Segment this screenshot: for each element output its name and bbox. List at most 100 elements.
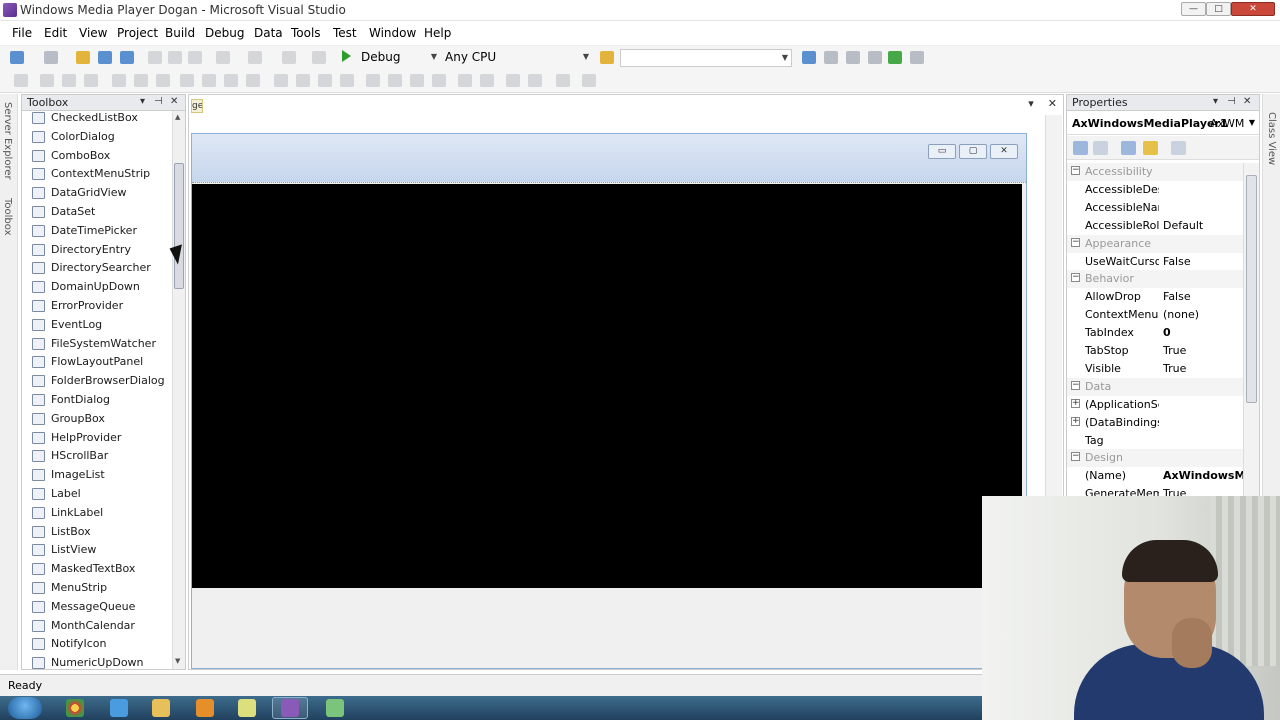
make-same-height-icon[interactable] — [202, 74, 216, 87]
chrome-icon[interactable] — [66, 699, 84, 717]
align-tops-icon[interactable] — [112, 74, 126, 87]
toolbox-item[interactable]: MessageQueue — [22, 598, 172, 616]
collapse-icon[interactable]: − — [1071, 237, 1080, 247]
form-close-button[interactable]: ✕ — [990, 144, 1018, 159]
find-combo[interactable]: ▼ — [620, 49, 792, 67]
property-row[interactable]: (Name) AxWindowsMe — [1067, 467, 1243, 485]
toolbox-item[interactable]: ComboBox — [22, 147, 172, 165]
property-row[interactable]: + (DataBindings) — [1067, 414, 1243, 432]
menu-test[interactable]: Test — [333, 26, 357, 40]
property-row[interactable]: UseWaitCursor False — [1067, 253, 1243, 271]
form-window[interactable]: ▭ ▢ ✕ — [191, 133, 1027, 669]
center-horizontally-icon[interactable] — [458, 74, 472, 87]
add-item-icon[interactable] — [44, 51, 58, 64]
copy-icon[interactable] — [168, 51, 182, 64]
scroll-thumb[interactable] — [1246, 175, 1257, 403]
toolbox-item[interactable]: MenuStrip — [22, 579, 172, 597]
property-value[interactable]: Default — [1163, 219, 1243, 232]
active-files-dropdown-icon[interactable]: ▾ — [1028, 97, 1034, 110]
decrease-vertical-spacing-icon[interactable] — [410, 74, 424, 87]
property-row[interactable]: AllowDrop False — [1067, 288, 1243, 306]
notes-icon[interactable] — [238, 699, 256, 717]
toolbox-item[interactable]: DomainUpDown — [22, 278, 172, 296]
property-value[interactable]: AxWindowsMe — [1163, 469, 1243, 482]
toolbox-item[interactable]: HelpProvider — [22, 429, 172, 447]
property-value[interactable]: (none) — [1163, 308, 1243, 321]
property-value[interactable]: True — [1163, 344, 1243, 357]
close-icon[interactable]: ✕ — [1243, 96, 1251, 107]
expand-icon[interactable]: + — [1071, 398, 1080, 408]
menu-view[interactable]: View — [79, 26, 107, 40]
toolbox-item[interactable]: FileSystemWatcher — [22, 335, 172, 353]
collapse-icon[interactable]: − — [1071, 380, 1080, 390]
property-category[interactable]: − Appearance — [1067, 234, 1243, 253]
toolbox-item[interactable]: DataGridView — [22, 184, 172, 202]
vertical-spacing-icon[interactable] — [366, 74, 380, 87]
close-button[interactable]: ✕ — [1231, 2, 1275, 16]
windows-media-player-control[interactable] — [192, 184, 1022, 588]
expand-icon[interactable]: + — [1071, 416, 1080, 426]
collapse-icon[interactable]: − — [1071, 273, 1080, 283]
size-to-grid-icon[interactable] — [246, 74, 260, 87]
remove-horizontal-spacing-icon[interactable] — [340, 74, 354, 87]
scroll-down-icon[interactable]: ▼ — [175, 657, 180, 665]
toolbox-scrollbar[interactable]: ▲ ▼ — [172, 111, 185, 669]
save-icon[interactable] — [98, 51, 112, 64]
property-row[interactable]: Visible True — [1067, 360, 1243, 378]
toolbox-item[interactable]: DirectorySearcher — [22, 259, 172, 277]
bring-to-front-icon[interactable] — [506, 74, 520, 87]
internet-explorer-icon[interactable] — [110, 699, 128, 717]
close-icon[interactable]: ✕ — [170, 96, 178, 107]
toolbox-item[interactable]: MaskedTextBox — [22, 560, 172, 578]
toolbox-item[interactable]: FolderBrowserDialog — [22, 372, 172, 390]
make-same-width-icon[interactable] — [180, 74, 194, 87]
align-to-grid-icon[interactable] — [14, 74, 28, 87]
property-value[interactable]: 0 — [1163, 326, 1243, 339]
recorder-icon[interactable] — [326, 699, 344, 717]
increase-vertical-spacing-icon[interactable] — [388, 74, 402, 87]
property-row[interactable]: TabIndex 0 — [1067, 324, 1243, 342]
toolbox-item[interactable]: ColorDialog — [22, 128, 172, 146]
toolbox-item[interactable]: NumericUpDown — [22, 654, 172, 669]
window-position-icon[interactable]: ▾ — [1213, 96, 1218, 107]
events-icon[interactable] — [1143, 141, 1158, 155]
property-row[interactable]: + (ApplicationSe — [1067, 396, 1243, 414]
increase-horizontal-spacing-icon[interactable] — [296, 74, 310, 87]
paste-icon[interactable] — [188, 51, 202, 64]
minimize-button[interactable]: — — [1181, 2, 1206, 16]
toolbox-item[interactable]: Label — [22, 485, 172, 503]
toolbox-item[interactable]: NotifyIcon — [22, 635, 172, 653]
start-debugging-icon[interactable] — [342, 50, 351, 62]
cut-icon[interactable] — [148, 51, 162, 64]
toolbox-item[interactable]: GroupBox — [22, 410, 172, 428]
property-value[interactable]: False — [1163, 290, 1243, 303]
property-row[interactable]: TabStop True — [1067, 342, 1243, 360]
menu-build[interactable]: Build — [165, 26, 195, 40]
menu-project[interactable]: Project — [117, 26, 158, 40]
navigate-backward-icon[interactable] — [282, 51, 296, 64]
property-row[interactable]: AccessibleNam — [1067, 199, 1243, 217]
property-row[interactable]: ContextMenuS (none) — [1067, 306, 1243, 324]
object-browser-icon[interactable] — [846, 51, 860, 64]
class-view-tab[interactable]: Class View — [1266, 112, 1277, 165]
property-category[interactable]: − Design — [1067, 449, 1243, 468]
file-explorer-icon[interactable] — [152, 699, 170, 717]
align-centers-icon[interactable] — [62, 74, 76, 87]
align-bottoms-icon[interactable] — [156, 74, 170, 87]
decrease-horizontal-spacing-icon[interactable] — [318, 74, 332, 87]
close-document-icon[interactable]: ✕ — [1048, 97, 1057, 110]
scroll-thumb[interactable] — [174, 163, 184, 289]
open-file-icon[interactable] — [76, 51, 90, 64]
toolbox-toolbar-icon[interactable] — [868, 51, 882, 64]
horizontal-spacing-icon[interactable] — [274, 74, 288, 87]
menu-file[interactable]: File — [12, 26, 32, 40]
solution-explorer-icon[interactable] — [802, 51, 816, 64]
navigate-forward-icon[interactable] — [312, 51, 326, 64]
align-middles-icon[interactable] — [134, 74, 148, 87]
align-rights-icon[interactable] — [84, 74, 98, 87]
menu-help[interactable]: Help — [424, 26, 451, 40]
maximize-button[interactable]: □ — [1206, 2, 1231, 16]
toolbox-item[interactable]: LinkLabel — [22, 504, 172, 522]
property-category[interactable]: − Behavior — [1067, 270, 1243, 289]
send-to-back-icon[interactable] — [528, 74, 542, 87]
